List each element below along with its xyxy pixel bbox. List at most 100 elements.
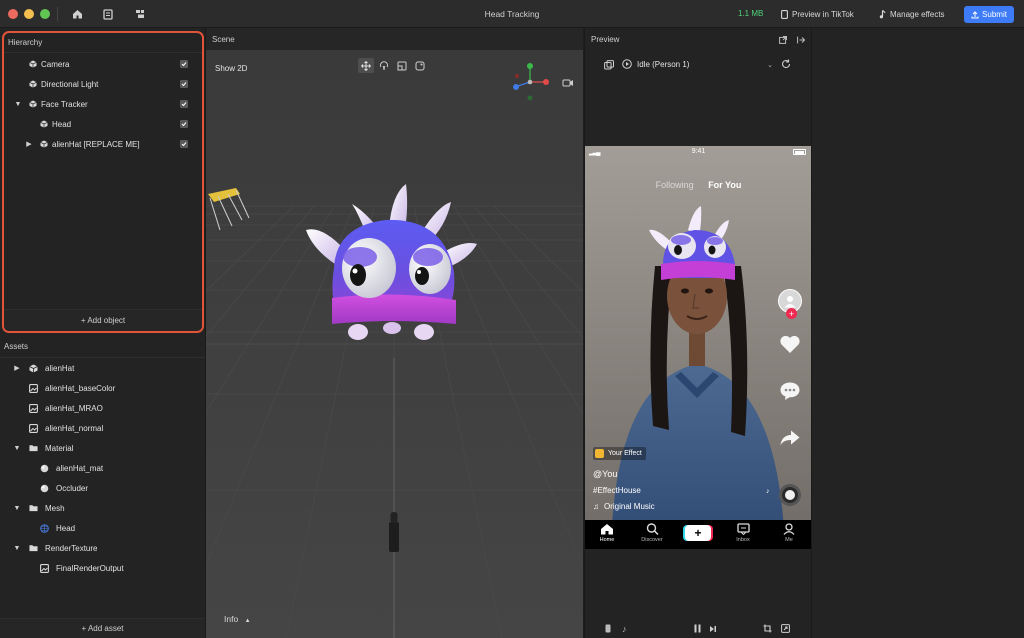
screenshot-icon[interactable] xyxy=(781,624,790,635)
nav-inbox[interactable]: Inbox xyxy=(726,523,760,543)
tab-following[interactable]: Following xyxy=(656,180,694,190)
tab-for-you[interactable]: For You xyxy=(708,180,741,190)
phone-icon xyxy=(781,9,788,19)
asset-item-alienhat-basecolor[interactable]: alienHat_baseColor xyxy=(0,378,205,398)
assets-panel: Assets ▶ alienHat alienHat_baseColor ali… xyxy=(0,336,205,638)
expand-chevron-down-icon[interactable]: ▼ xyxy=(13,544,21,552)
scale-tool-button[interactable] xyxy=(394,58,410,73)
move-tool-button[interactable] xyxy=(358,58,374,73)
share-icon[interactable] xyxy=(779,428,801,448)
preview-video-select[interactable]: Idle (Person 1) ⌄ xyxy=(637,58,773,71)
scale-icon xyxy=(397,61,407,70)
layout-icon[interactable] xyxy=(134,8,146,20)
step-forward-icon[interactable] xyxy=(709,625,717,635)
expand-chevron-right-icon[interactable]: ▶ xyxy=(13,364,21,372)
nav-discover-label: Discover xyxy=(641,537,663,543)
hierarchy-item-label: Face Tracker xyxy=(41,99,88,109)
caret-up-icon: ▲ xyxy=(244,618,251,624)
like-heart-icon[interactable] xyxy=(779,333,801,355)
asset-item-label: Head xyxy=(56,523,76,533)
asset-folder-material[interactable]: ▼ Material xyxy=(0,438,205,458)
visibility-checkbox[interactable] xyxy=(180,100,188,108)
info-dropdown[interactable]: Info ▲ xyxy=(224,614,251,624)
head-mannequin[interactable] xyxy=(389,512,399,552)
preview-video-selected: Idle (Person 1) xyxy=(637,60,690,69)
object-icon xyxy=(28,80,37,89)
expand-chevron-right-icon[interactable]: ▶ xyxy=(25,140,33,148)
video-hashtag[interactable]: #EffectHouse xyxy=(593,486,641,495)
asset-item-label: alienHat_normal xyxy=(45,423,104,433)
expand-chevron-down-icon[interactable]: ▼ xyxy=(13,504,21,512)
create-plus-button[interactable]: + xyxy=(685,525,711,541)
follow-plus-icon[interactable]: + xyxy=(786,308,797,319)
expand-chevron-down-icon[interactable]: ▼ xyxy=(14,100,22,108)
asset-item-label: alienHat_baseColor xyxy=(45,383,116,393)
asset-item-alienhat-mrao[interactable]: alienHat_MRAO xyxy=(0,398,205,418)
hierarchy-item-face-tracker[interactable]: ▼ Face Tracker xyxy=(4,94,202,114)
asset-item-occluder[interactable]: Occluder xyxy=(0,478,205,498)
comment-icon[interactable] xyxy=(779,380,801,402)
music-disc-icon[interactable] xyxy=(779,484,801,506)
pause-icon[interactable] xyxy=(693,624,702,635)
refresh-icon[interactable] xyxy=(781,59,791,71)
asset-item-head-mesh[interactable]: Head xyxy=(0,518,205,538)
add-object-button[interactable]: + Add object xyxy=(4,309,202,331)
expand-chevron-down-icon[interactable]: ▼ xyxy=(13,444,21,452)
rect-tool-button[interactable] xyxy=(412,58,428,73)
asset-item-alienhat-normal[interactable]: alienHat_normal xyxy=(0,418,205,438)
preview-in-tiktok-button[interactable]: Preview in TikTok xyxy=(781,7,854,21)
preview-mode-icon[interactable] xyxy=(604,60,614,72)
asset-item-label: FinalRenderOutput xyxy=(56,563,124,573)
hierarchy-item-alienhat[interactable]: ▶ alienHat [REPLACE ME] xyxy=(4,134,202,154)
asset-folder-rendertexture[interactable]: ▼ RenderTexture xyxy=(0,538,205,558)
search-icon xyxy=(646,523,659,536)
scene-viewport[interactable] xyxy=(206,28,583,638)
original-music[interactable]: ♫ Original Music xyxy=(593,502,655,511)
your-effect-badge[interactable]: Your Effect xyxy=(593,447,646,460)
phone-bottom-nav: Home Discover + Inbox Me xyxy=(585,520,812,549)
hierarchy-item-label: Directional Light xyxy=(41,79,99,89)
texture-icon xyxy=(29,403,38,413)
texture-icon xyxy=(29,383,38,393)
tiktok-icon[interactable]: ♪ xyxy=(622,624,627,634)
manage-effects-button[interactable]: Manage effects xyxy=(879,7,945,21)
visibility-checkbox[interactable] xyxy=(180,60,188,68)
show-2d-toggle[interactable]: Show 2D xyxy=(215,64,247,73)
close-window-button[interactable] xyxy=(8,9,18,19)
object-icon xyxy=(28,60,37,69)
nav-home[interactable]: Home xyxy=(590,523,624,543)
visibility-checkbox[interactable] xyxy=(180,120,188,128)
texture-icon xyxy=(29,423,38,433)
device-icon[interactable] xyxy=(605,624,611,635)
asset-folder-mesh[interactable]: ▼ Mesh xyxy=(0,498,205,518)
pop-out-icon[interactable] xyxy=(779,36,787,46)
visibility-checkbox[interactable] xyxy=(180,80,188,88)
document-icon[interactable] xyxy=(102,8,114,20)
visibility-checkbox[interactable] xyxy=(180,140,188,148)
object-icon xyxy=(39,140,48,149)
collapse-panel-icon[interactable] xyxy=(797,36,806,46)
minimize-window-button[interactable] xyxy=(24,9,34,19)
asset-item-alienhat-mat[interactable]: alienHat_mat xyxy=(0,458,205,478)
add-asset-button[interactable]: + Add asset xyxy=(0,618,205,638)
nav-discover[interactable]: Discover xyxy=(635,523,669,543)
your-effect-label: Your Effect xyxy=(608,450,642,457)
user-handle[interactable]: @You xyxy=(593,469,617,479)
hierarchy-item-head[interactable]: Head xyxy=(4,114,202,134)
home-icon[interactable] xyxy=(71,8,83,20)
play-circle-icon[interactable] xyxy=(622,59,632,71)
phone-preview: ▂▃▄ 9:41 Following For You + ♪ Your Effe… xyxy=(585,146,812,549)
asset-item-alienhat[interactable]: ▶ alienHat xyxy=(0,358,205,378)
move-icon xyxy=(361,60,371,71)
nav-inbox-label: Inbox xyxy=(736,537,750,543)
object-icon xyxy=(39,120,48,129)
nav-me[interactable]: Me xyxy=(772,523,806,543)
submit-button[interactable]: Submit xyxy=(964,6,1014,23)
asset-item-finalrenderoutput[interactable]: FinalRenderOutput xyxy=(0,558,205,578)
rect-icon xyxy=(415,61,425,70)
crop-icon[interactable] xyxy=(763,624,772,635)
rotate-tool-button[interactable] xyxy=(376,58,392,73)
hierarchy-item-camera[interactable]: Camera xyxy=(4,54,202,74)
hierarchy-item-directional-light[interactable]: Directional Light xyxy=(4,74,202,94)
zoom-window-button[interactable] xyxy=(40,9,50,19)
